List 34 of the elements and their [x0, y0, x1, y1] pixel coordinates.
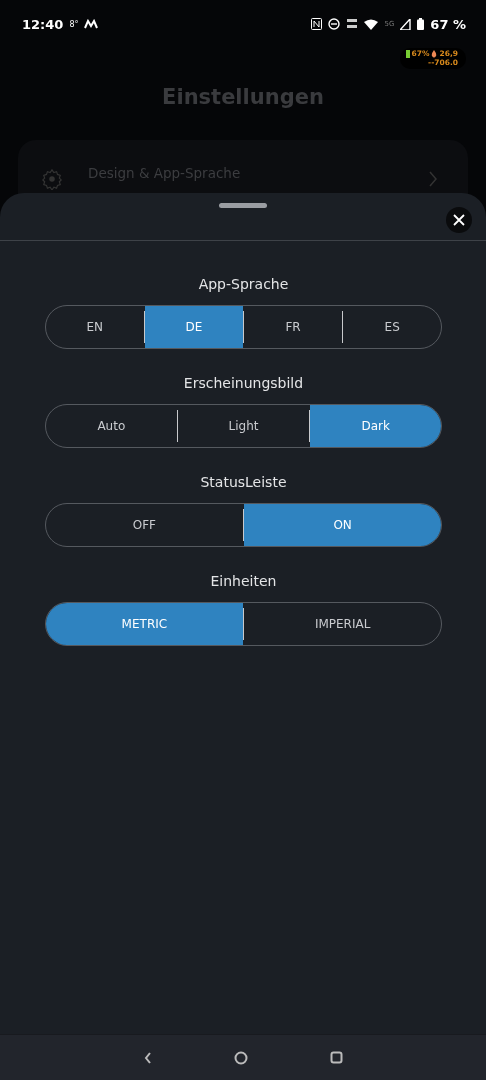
- section-label: Erscheinungsbild: [183, 375, 304, 391]
- segment-option[interactable]: OFF: [46, 504, 243, 546]
- segment-option[interactable]: IMPERIAL: [244, 603, 441, 645]
- app-logo-icon: [84, 19, 99, 29]
- segment-option[interactable]: FR: [244, 306, 342, 348]
- drag-handle[interactable]: [219, 203, 267, 208]
- status-time: 12:40: [22, 16, 64, 32]
- do-not-disturb-icon: [328, 18, 341, 30]
- segment-option[interactable]: DE: [145, 306, 243, 348]
- battery-icon: [417, 18, 425, 30]
- signal-icon: [400, 18, 412, 30]
- gear-icon: [41, 168, 63, 190]
- battery-percent: 67 %: [430, 16, 466, 32]
- temperature-text: 8°: [69, 19, 79, 29]
- home-icon[interactable]: [234, 1050, 249, 1065]
- segment-option[interactable]: Dark: [310, 405, 441, 447]
- nfc-icon: [311, 18, 323, 30]
- segment-option[interactable]: EN: [46, 306, 144, 348]
- chevron-right-icon: [428, 171, 438, 187]
- back-icon[interactable]: [142, 1050, 153, 1065]
- section-label: App-Sprache: [198, 276, 289, 292]
- close-button[interactable]: [446, 207, 472, 233]
- close-icon: [453, 214, 465, 226]
- segment-option[interactable]: METRIC: [46, 603, 243, 645]
- recents-icon[interactable]: [330, 1051, 344, 1064]
- segment-option[interactable]: Auto: [46, 405, 177, 447]
- wifi-icon: [364, 18, 379, 30]
- segment-option[interactable]: Light: [178, 405, 309, 447]
- battery-icon: [405, 49, 410, 58]
- section-label: Einheiten: [210, 573, 277, 589]
- section-label: StatusLeiste: [200, 474, 287, 490]
- segment-option[interactable]: ES: [343, 306, 441, 348]
- segment-option[interactable]: ON: [244, 504, 441, 546]
- flame-icon: [431, 49, 438, 58]
